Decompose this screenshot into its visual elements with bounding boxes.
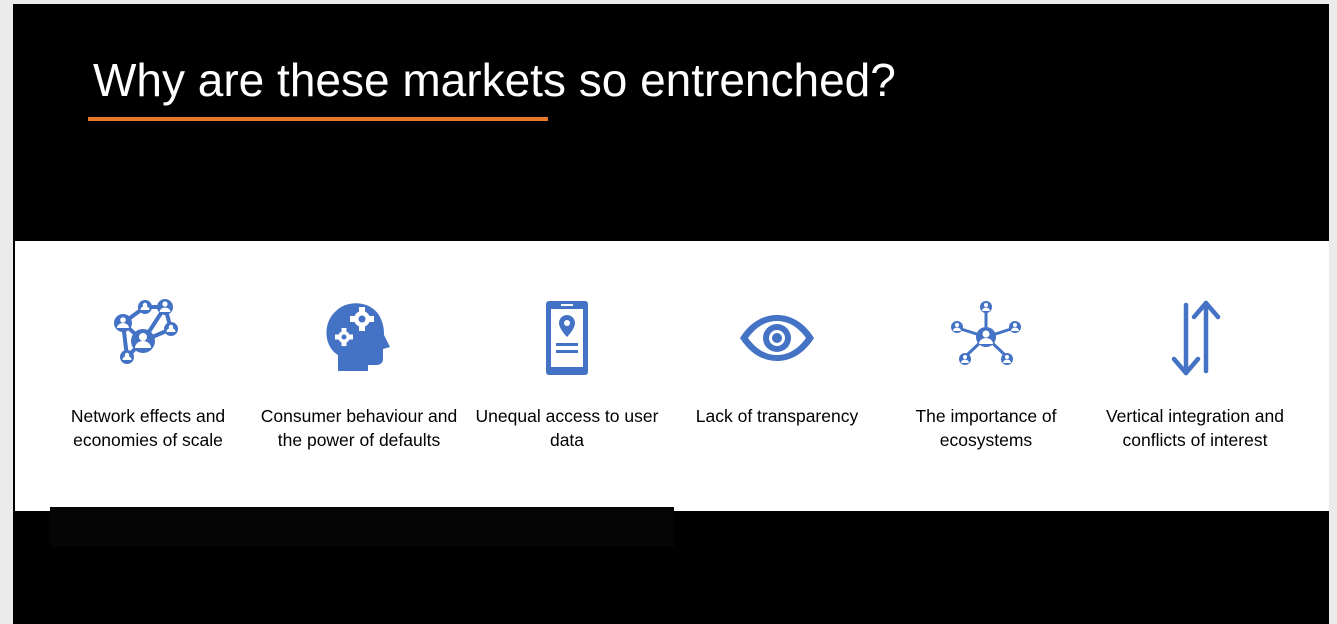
item-label: Lack of transparency: [695, 406, 859, 426]
item-network-effects: Network effects and economies of scale: [43, 241, 253, 511]
title-underline: [88, 117, 548, 121]
slide: Why are these markets so entrenched? Net…: [13, 4, 1329, 624]
item-label: Consumer behaviour and the power of defa…: [260, 406, 458, 450]
item-label: Network effects and economies of scale: [70, 406, 226, 450]
item-consumer-behaviour: Consumer behaviour and the power of defa…: [254, 241, 464, 511]
item-ecosystems: The importance of ecosystems: [881, 241, 1091, 511]
network-icon: [103, 293, 193, 383]
hub-network-icon: [941, 293, 1031, 383]
slide-title: Why are these markets so entrenched?: [93, 54, 896, 106]
up-down-arrows-icon: [1150, 293, 1240, 383]
icon-band: Network effects and economies of scale C…: [15, 241, 1329, 511]
item-unequal-access: Unequal access to user data: [462, 241, 672, 511]
phone-location-icon: [522, 293, 612, 383]
bottom-bar: [50, 507, 674, 547]
item-lack-of-transparency: Lack of transparency: [672, 241, 882, 511]
item-vertical-integration: Vertical integration and conflicts of in…: [1090, 241, 1300, 511]
head-gears-icon: [314, 293, 404, 383]
eye-icon: [732, 293, 822, 383]
item-label: Vertical integration and conflicts of in…: [1105, 406, 1285, 450]
item-label: The importance of ecosystems: [915, 406, 1057, 450]
item-label: Unequal access to user data: [475, 406, 659, 450]
